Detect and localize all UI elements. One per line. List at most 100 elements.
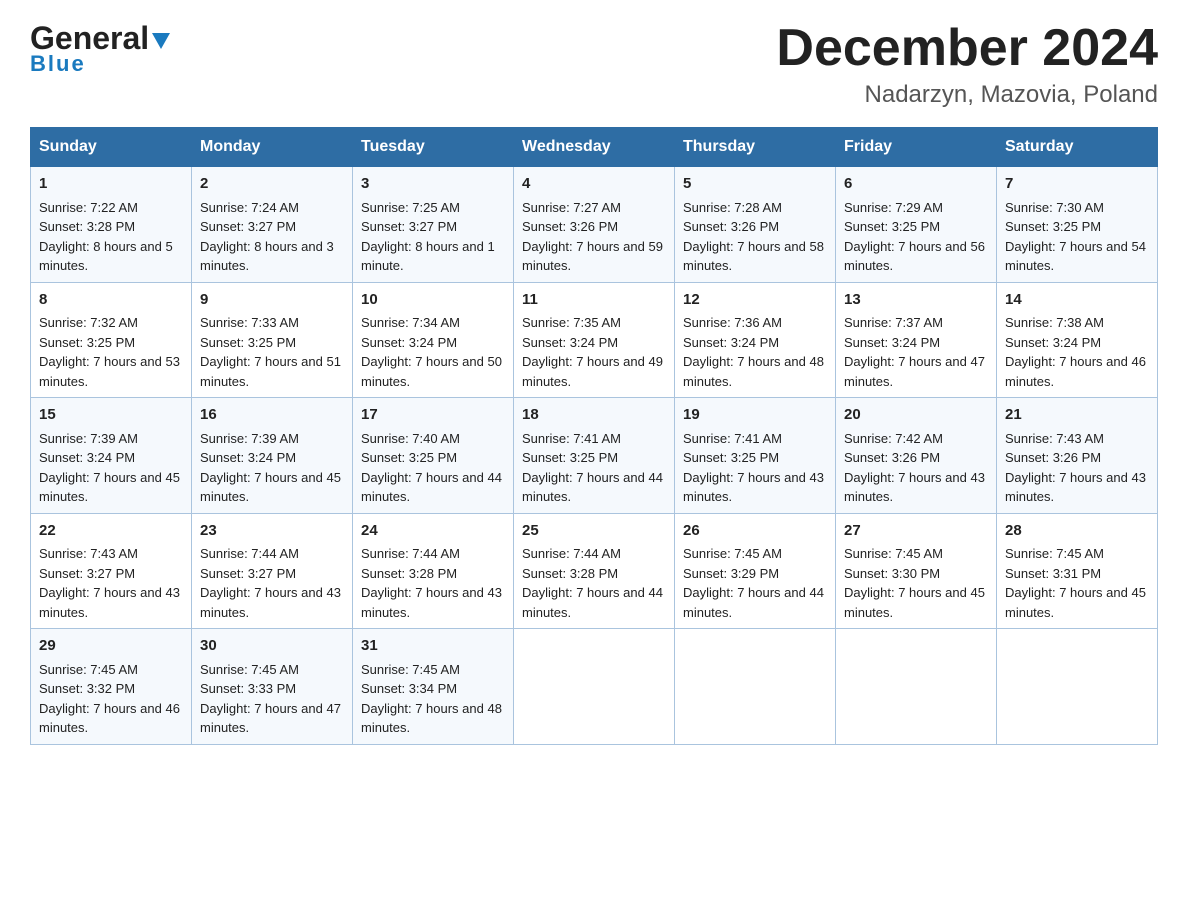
header-tuesday: Tuesday xyxy=(353,128,514,167)
day-number: 24 xyxy=(361,520,505,543)
calendar-week-5: 29 Sunrise: 7:45 AM Sunset: 3:32 PM Dayl… xyxy=(31,629,1158,745)
daylight-label: Daylight: 7 hours and 47 minutes. xyxy=(200,701,341,736)
calendar-cell: 28 Sunrise: 7:45 AM Sunset: 3:31 PM Dayl… xyxy=(997,513,1158,629)
calendar-cell: 6 Sunrise: 7:29 AM Sunset: 3:25 PM Dayli… xyxy=(836,167,997,283)
sunrise-label: Sunrise: 7:33 AM xyxy=(200,315,299,330)
sunrise-label: Sunrise: 7:45 AM xyxy=(39,662,138,677)
day-number: 21 xyxy=(1005,404,1149,427)
daylight-label: Daylight: 7 hours and 53 minutes. xyxy=(39,354,180,389)
daylight-label: Daylight: 7 hours and 54 minutes. xyxy=(1005,239,1146,274)
day-number: 15 xyxy=(39,404,183,427)
sunrise-label: Sunrise: 7:37 AM xyxy=(844,315,943,330)
daylight-label: Daylight: 8 hours and 1 minute. xyxy=(361,239,495,274)
sunrise-label: Sunrise: 7:42 AM xyxy=(844,431,943,446)
sunset-label: Sunset: 3:34 PM xyxy=(361,681,457,696)
sunrise-label: Sunrise: 7:29 AM xyxy=(844,200,943,215)
header-saturday: Saturday xyxy=(997,128,1158,167)
calendar-cell: 29 Sunrise: 7:45 AM Sunset: 3:32 PM Dayl… xyxy=(31,629,192,745)
logo-triangle-icon xyxy=(152,33,170,49)
calendar-cell: 27 Sunrise: 7:45 AM Sunset: 3:30 PM Dayl… xyxy=(836,513,997,629)
daylight-label: Daylight: 7 hours and 43 minutes. xyxy=(683,470,824,505)
sunrise-label: Sunrise: 7:43 AM xyxy=(1005,431,1104,446)
calendar-cell: 23 Sunrise: 7:44 AM Sunset: 3:27 PM Dayl… xyxy=(192,513,353,629)
day-number: 29 xyxy=(39,635,183,658)
calendar-week-4: 22 Sunrise: 7:43 AM Sunset: 3:27 PM Dayl… xyxy=(31,513,1158,629)
sunset-label: Sunset: 3:27 PM xyxy=(361,219,457,234)
header-monday: Monday xyxy=(192,128,353,167)
calendar-cell: 5 Sunrise: 7:28 AM Sunset: 3:26 PM Dayli… xyxy=(675,167,836,283)
calendar-cell: 1 Sunrise: 7:22 AM Sunset: 3:28 PM Dayli… xyxy=(31,167,192,283)
daylight-label: Daylight: 7 hours and 59 minutes. xyxy=(522,239,663,274)
logo: General Blue xyxy=(30,20,170,77)
sunrise-label: Sunrise: 7:40 AM xyxy=(361,431,460,446)
day-number: 20 xyxy=(844,404,988,427)
sunrise-label: Sunrise: 7:41 AM xyxy=(683,431,782,446)
sunset-label: Sunset: 3:24 PM xyxy=(683,335,779,350)
day-number: 3 xyxy=(361,173,505,196)
sunset-label: Sunset: 3:25 PM xyxy=(844,219,940,234)
title-block: December 2024 Nadarzyn, Mazovia, Poland xyxy=(776,20,1158,109)
sunrise-label: Sunrise: 7:32 AM xyxy=(39,315,138,330)
calendar-cell xyxy=(836,629,997,745)
sunrise-label: Sunrise: 7:36 AM xyxy=(683,315,782,330)
header-thursday: Thursday xyxy=(675,128,836,167)
day-number: 12 xyxy=(683,289,827,312)
calendar-cell: 18 Sunrise: 7:41 AM Sunset: 3:25 PM Dayl… xyxy=(514,398,675,514)
sunrise-label: Sunrise: 7:41 AM xyxy=(522,431,621,446)
daylight-label: Daylight: 7 hours and 50 minutes. xyxy=(361,354,502,389)
sunset-label: Sunset: 3:24 PM xyxy=(39,450,135,465)
daylight-label: Daylight: 7 hours and 43 minutes. xyxy=(39,585,180,620)
day-number: 5 xyxy=(683,173,827,196)
daylight-label: Daylight: 8 hours and 5 minutes. xyxy=(39,239,173,274)
day-number: 13 xyxy=(844,289,988,312)
sunrise-label: Sunrise: 7:43 AM xyxy=(39,546,138,561)
calendar-cell: 12 Sunrise: 7:36 AM Sunset: 3:24 PM Dayl… xyxy=(675,282,836,398)
sunset-label: Sunset: 3:24 PM xyxy=(200,450,296,465)
sunset-label: Sunset: 3:25 PM xyxy=(39,335,135,350)
sunset-label: Sunset: 3:27 PM xyxy=(200,219,296,234)
calendar-cell: 2 Sunrise: 7:24 AM Sunset: 3:27 PM Dayli… xyxy=(192,167,353,283)
sunrise-label: Sunrise: 7:45 AM xyxy=(844,546,943,561)
day-number: 25 xyxy=(522,520,666,543)
day-number: 2 xyxy=(200,173,344,196)
page-header: General Blue December 2024 Nadarzyn, Maz… xyxy=(30,20,1158,109)
calendar-cell: 4 Sunrise: 7:27 AM Sunset: 3:26 PM Dayli… xyxy=(514,167,675,283)
sunrise-label: Sunrise: 7:44 AM xyxy=(522,546,621,561)
sunset-label: Sunset: 3:27 PM xyxy=(200,566,296,581)
sunset-label: Sunset: 3:25 PM xyxy=(1005,219,1101,234)
sunrise-label: Sunrise: 7:45 AM xyxy=(361,662,460,677)
page-subtitle: Nadarzyn, Mazovia, Poland xyxy=(776,81,1158,109)
daylight-label: Daylight: 7 hours and 45 minutes. xyxy=(200,470,341,505)
sunrise-label: Sunrise: 7:45 AM xyxy=(200,662,299,677)
calendar-cell: 7 Sunrise: 7:30 AM Sunset: 3:25 PM Dayli… xyxy=(997,167,1158,283)
day-number: 19 xyxy=(683,404,827,427)
day-number: 1 xyxy=(39,173,183,196)
sunrise-label: Sunrise: 7:38 AM xyxy=(1005,315,1104,330)
day-number: 7 xyxy=(1005,173,1149,196)
daylight-label: Daylight: 7 hours and 44 minutes. xyxy=(361,470,502,505)
daylight-label: Daylight: 7 hours and 56 minutes. xyxy=(844,239,985,274)
calendar-cell: 3 Sunrise: 7:25 AM Sunset: 3:27 PM Dayli… xyxy=(353,167,514,283)
day-number: 31 xyxy=(361,635,505,658)
calendar-cell: 13 Sunrise: 7:37 AM Sunset: 3:24 PM Dayl… xyxy=(836,282,997,398)
sunset-label: Sunset: 3:26 PM xyxy=(522,219,618,234)
day-number: 9 xyxy=(200,289,344,312)
sunrise-label: Sunrise: 7:34 AM xyxy=(361,315,460,330)
sunrise-label: Sunrise: 7:27 AM xyxy=(522,200,621,215)
sunset-label: Sunset: 3:33 PM xyxy=(200,681,296,696)
day-number: 4 xyxy=(522,173,666,196)
sunset-label: Sunset: 3:27 PM xyxy=(39,566,135,581)
calendar-cell: 24 Sunrise: 7:44 AM Sunset: 3:28 PM Dayl… xyxy=(353,513,514,629)
sunset-label: Sunset: 3:26 PM xyxy=(683,219,779,234)
day-number: 28 xyxy=(1005,520,1149,543)
calendar-cell: 21 Sunrise: 7:43 AM Sunset: 3:26 PM Dayl… xyxy=(997,398,1158,514)
calendar-cell: 11 Sunrise: 7:35 AM Sunset: 3:24 PM Dayl… xyxy=(514,282,675,398)
daylight-label: Daylight: 7 hours and 44 minutes. xyxy=(522,585,663,620)
daylight-label: Daylight: 7 hours and 44 minutes. xyxy=(522,470,663,505)
daylight-label: Daylight: 7 hours and 46 minutes. xyxy=(39,701,180,736)
calendar-cell: 10 Sunrise: 7:34 AM Sunset: 3:24 PM Dayl… xyxy=(353,282,514,398)
day-number: 10 xyxy=(361,289,505,312)
calendar-cell: 9 Sunrise: 7:33 AM Sunset: 3:25 PM Dayli… xyxy=(192,282,353,398)
day-number: 6 xyxy=(844,173,988,196)
sunset-label: Sunset: 3:25 PM xyxy=(361,450,457,465)
